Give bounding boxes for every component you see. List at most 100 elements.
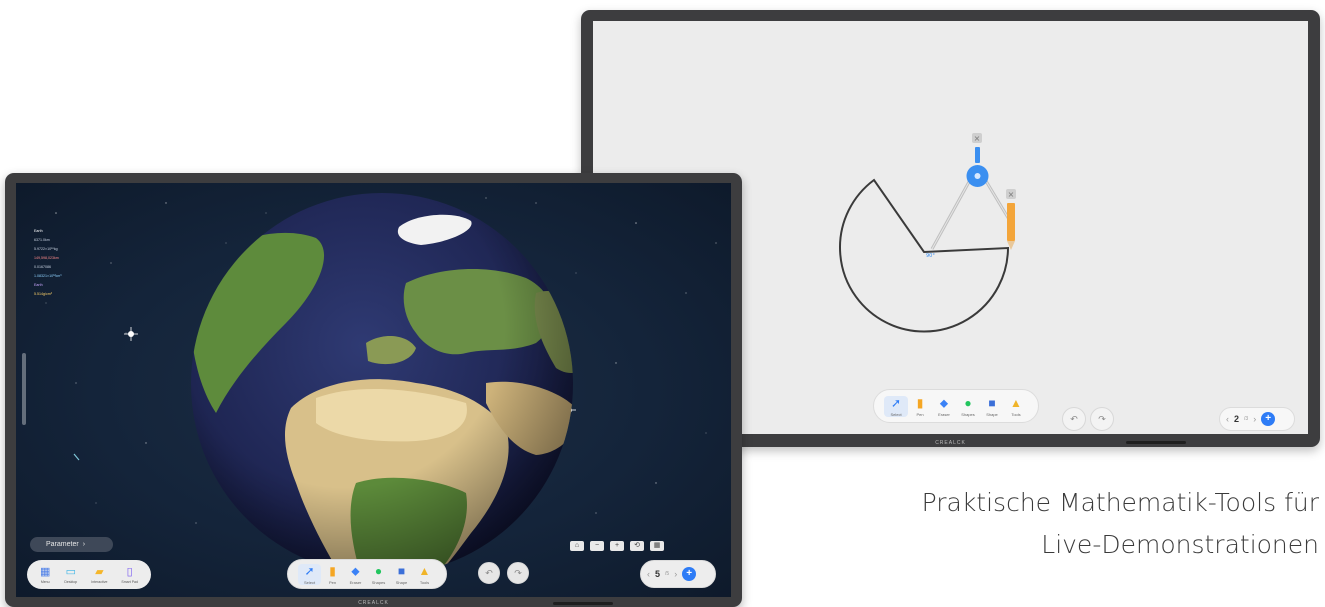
info-row: Earth bbox=[34, 229, 43, 233]
zoom-out-icon[interactable]: − bbox=[590, 541, 604, 551]
monitor-sensor-bar bbox=[1126, 441, 1186, 444]
folder-icon: ▰ bbox=[95, 565, 104, 578]
globe-controls: ⌂ − + ⟲ ▦ bbox=[570, 541, 664, 551]
current-page: 5 bbox=[655, 569, 661, 579]
tool-label: Shape bbox=[395, 579, 408, 585]
tool-eraser-button[interactable]: ⬥ Eraser bbox=[344, 564, 367, 585]
zoom-in-icon[interactable]: + bbox=[610, 541, 624, 551]
earth-globe[interactable] bbox=[190, 193, 591, 583]
tool-select-button[interactable]: ➚ Select bbox=[298, 563, 321, 585]
parameter-label: Parameter bbox=[46, 541, 79, 548]
rotate-icon[interactable]: ⟲ bbox=[630, 541, 644, 551]
info-row: Earth bbox=[34, 283, 43, 287]
add-page-button[interactable]: + bbox=[1261, 412, 1276, 426]
shapes-icon: ■ bbox=[397, 563, 406, 578]
undo-button[interactable]: ↶ bbox=[478, 562, 500, 584]
page-navigator: ‹ 2 /3 › + bbox=[1219, 407, 1295, 431]
cursor-arrow-icon: ➚ bbox=[890, 395, 902, 410]
undo-icon: ↶ bbox=[1070, 413, 1078, 424]
tool-label: Select bbox=[890, 411, 902, 417]
page-navigator: ‹ 5 /5 › + bbox=[640, 560, 716, 588]
next-page-button[interactable]: › bbox=[674, 569, 677, 579]
dock-desktop-button[interactable]: ▭ Desktop bbox=[64, 566, 77, 584]
tool-shape-button[interactable]: ■ Shape bbox=[980, 396, 1004, 417]
home-icon[interactable]: ⌂ bbox=[570, 541, 584, 551]
monitor-brand-label: CREALCK bbox=[358, 600, 389, 606]
dock-label: Desktop bbox=[64, 579, 78, 584]
dock-menu-button[interactable]: ▦ Menu bbox=[40, 566, 50, 584]
map-pin-icon: ● bbox=[374, 563, 383, 578]
arc-drawing bbox=[839, 178, 1010, 333]
dock-label: Smart Pad bbox=[121, 579, 138, 584]
tool-label: Tools bbox=[1011, 411, 1021, 417]
tool-eraser-button[interactable]: ⬥ Eraser bbox=[932, 396, 956, 417]
tool-label: Eraser bbox=[938, 411, 950, 417]
tool-label: Shapes bbox=[961, 411, 975, 417]
side-scroll-handle[interactable] bbox=[22, 353, 26, 425]
desktop-icon: ▭ bbox=[65, 565, 77, 578]
grid-icon[interactable]: ▦ bbox=[650, 541, 664, 551]
globe-toolbar: ➚ Select ▮ Pen ⬥ Eraser ● Shapes ■ Shape ▲ Tools bbox=[287, 559, 447, 589]
whiteboard-toolbar: ➚ Select ▮ Pen ⬥ Eraser ● Shapes ■ Shape ▲ Tools bbox=[873, 389, 1039, 423]
add-page-button[interactable]: + bbox=[682, 567, 697, 581]
info-row: 6371.0km bbox=[34, 238, 50, 242]
dock-smart-pad-button[interactable]: ▯ Smart Pad bbox=[121, 566, 138, 584]
globe-monitor: Earth 6371.0km 5.9722×10²⁴kg 149,598,023km 0… bbox=[5, 173, 742, 607]
dock-interactive-button[interactable]: ▰ Interactive bbox=[91, 566, 107, 584]
tool-pen-button[interactable]: ▮ Pen bbox=[321, 564, 344, 585]
caption-line-2: Live-Demonstrationen bbox=[1041, 530, 1319, 559]
redo-button[interactable]: ↷ bbox=[507, 562, 529, 584]
pen-icon: ▮ bbox=[916, 395, 924, 410]
info-row: 5.9722×10²⁴kg bbox=[34, 247, 58, 251]
tool-shapes-button[interactable]: ● Shapes bbox=[956, 396, 980, 417]
feature-caption: Praktische Mathematik-Tools für Live-Dem… bbox=[922, 482, 1319, 566]
info-row: 149,598,023km bbox=[34, 256, 59, 260]
tool-select-button[interactable]: ➚ Select bbox=[884, 395, 908, 417]
tool-shapes-button[interactable]: ● Shapes bbox=[367, 564, 390, 585]
svg-text:×: × bbox=[974, 134, 981, 143]
tool-label: Tools bbox=[419, 579, 430, 585]
pen-icon: ▮ bbox=[329, 563, 336, 578]
tool-shape-button[interactable]: ■ Shape bbox=[390, 564, 413, 585]
redo-icon: ↷ bbox=[1098, 413, 1106, 424]
dock-label: Menu bbox=[40, 579, 50, 584]
total-pages: /3 bbox=[1244, 416, 1249, 422]
tool-label: Eraser bbox=[349, 579, 362, 585]
tool-label: Select bbox=[303, 579, 316, 585]
tool-label: Pen bbox=[328, 579, 337, 585]
next-page-button[interactable]: › bbox=[1253, 414, 1256, 424]
info-row: 0.0167086 bbox=[34, 265, 51, 269]
tool-pen-button[interactable]: ▮ Pen bbox=[908, 396, 932, 417]
chevron-right-icon: › bbox=[82, 541, 86, 548]
app-dock: ▦ Menu ▭ Desktop ▰ Interactive ▯ Smart Pad bbox=[27, 560, 151, 589]
compass-pencil bbox=[1007, 203, 1015, 241]
undo-button[interactable]: ↶ bbox=[1062, 407, 1086, 431]
starfield bbox=[45, 193, 717, 583]
tool-tools-button[interactable]: ▲ Tools bbox=[1004, 396, 1028, 417]
parameter-button[interactable]: Parameter › bbox=[30, 537, 113, 552]
product-showcase: × × 90° ➚ Select ▮ Pen ⬥ Eraser ● Shapes ■ Shape ▲… bbox=[0, 0, 1325, 607]
compass-degree-label: 90° bbox=[926, 253, 935, 259]
redo-icon: ↷ bbox=[514, 567, 522, 578]
caption-line-1: Praktische Mathematik-Tools für bbox=[921, 488, 1319, 517]
redo-button[interactable]: ↷ bbox=[1090, 407, 1114, 431]
current-page: 2 bbox=[1234, 414, 1240, 424]
toolbox-icon: ▲ bbox=[418, 563, 431, 578]
tablet-icon: ▯ bbox=[126, 565, 133, 578]
tool-tools-button[interactable]: ▲ Tools bbox=[413, 564, 436, 585]
cursor-arrow-icon: ➚ bbox=[304, 563, 315, 578]
undo-icon: ↶ bbox=[485, 567, 493, 578]
prev-page-button[interactable]: ‹ bbox=[647, 569, 650, 579]
prev-page-button[interactable]: ‹ bbox=[1226, 414, 1229, 424]
tool-label: Pen bbox=[916, 411, 924, 417]
info-row: 1.08321×10¹²km³ bbox=[34, 274, 62, 278]
toolbox-icon: ▲ bbox=[1010, 395, 1022, 410]
compass-handle[interactable] bbox=[975, 147, 980, 163]
comet-mark bbox=[73, 453, 80, 461]
tool-label: Shapes bbox=[371, 579, 386, 585]
dock-label: Interactive bbox=[91, 579, 108, 584]
info-row: 5.514g/cm³ bbox=[34, 292, 52, 296]
globe-screen[interactable]: Earth 6371.0km 5.9722×10²⁴kg 149,598,023km 0… bbox=[16, 183, 731, 597]
menu-grid-icon: ▦ bbox=[40, 565, 51, 578]
map-pin-icon: ● bbox=[964, 395, 972, 410]
